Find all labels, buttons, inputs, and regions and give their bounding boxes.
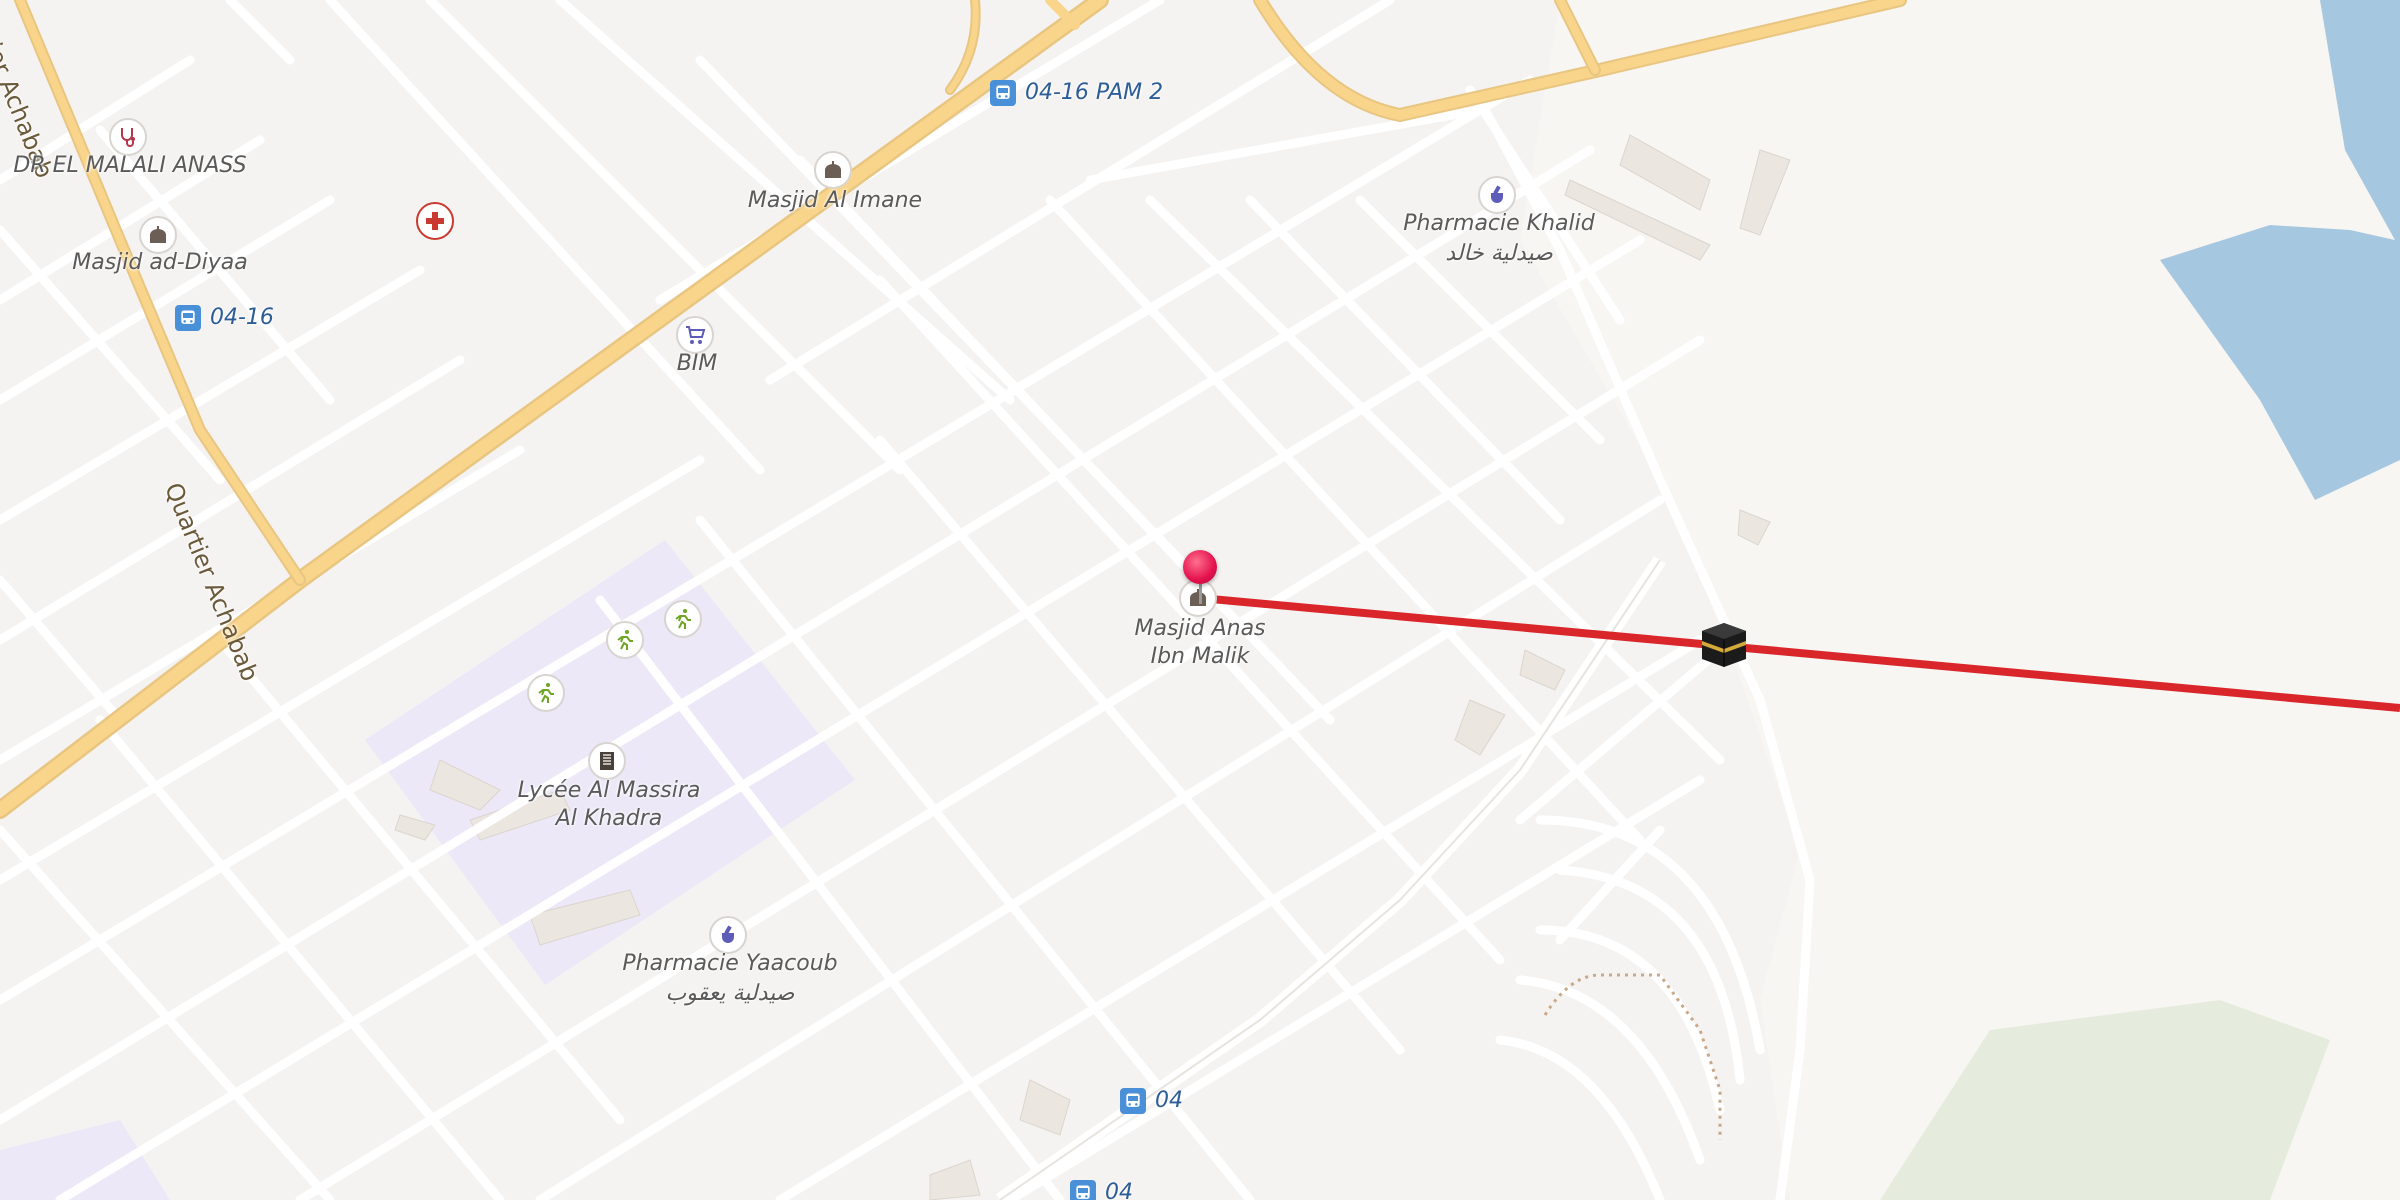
poi-label-pharmacie-yaacoub-ar: صيدلية يعقوب (665, 981, 795, 1006)
poi-label-masjid-anas-2: Ibn Malik (1150, 644, 1250, 669)
poi-label-pharmacie-khalid: Pharmacie Khalid (1403, 211, 1595, 236)
pharmacy-icon-yaacoub[interactable] (709, 916, 747, 954)
bus-icon-04-bottom[interactable] (1070, 1180, 1096, 1200)
bus-label-04-bottom: 04 (1105, 1180, 1133, 1200)
mosque-icon-anas[interactable] (1179, 579, 1217, 617)
poi-label-pharmacie-khalid-ar: صيدلية خالد (1445, 241, 1553, 266)
location-pin-icon[interactable] (1183, 550, 1217, 584)
kaaba-icon[interactable] (1698, 619, 1750, 671)
bus-label-0416: 04-16 (210, 305, 274, 330)
poi-label-pharmacie-yaacoub: Pharmacie Yaacoub (622, 951, 838, 976)
divided-avenue (996, 556, 1666, 1200)
footpath (1543, 973, 1722, 1140)
red-cross-icon[interactable] (416, 202, 454, 240)
bus-label-pam2: 04-16 PAM 2 (1025, 80, 1164, 105)
poi-label-lycee-1: Lycée Al Massira (517, 778, 701, 803)
school-icon[interactable] (588, 742, 626, 780)
poi-label-masjid-ad-diyaa: Masjid ad-Diyaa (72, 250, 248, 275)
running-icon-2[interactable] (664, 600, 702, 638)
bus-icon-0416[interactable] (175, 305, 201, 331)
bus-label-04: 04 (1155, 1088, 1183, 1113)
stethoscope-icon[interactable] (109, 118, 147, 156)
poi-label-masjid-anas-1: Masjid Anas (1134, 616, 1266, 641)
poi-label-bim: BIM (676, 351, 718, 376)
running-icon[interactable] (606, 621, 644, 659)
shopping-cart-icon[interactable] (676, 316, 714, 354)
location-pin-stem (1199, 582, 1202, 604)
mosque-icon-al-imane[interactable] (814, 151, 852, 189)
bus-icon-pam2[interactable] (990, 80, 1016, 106)
poi-label-dr-malali: DR EL MALALI ANASS (13, 153, 247, 178)
bus-icon-04[interactable] (1120, 1088, 1146, 1114)
poi-label-masjid-al-imane: Masjid Al Imane (747, 188, 923, 213)
pharmacy-icon[interactable] (1478, 176, 1516, 214)
running-icon-3[interactable] (527, 674, 565, 712)
poi-label-lycee-2: Al Khadra (555, 806, 663, 831)
map-canvas[interactable]: Quartier Achabab ier Achabab DR EL MALAL… (0, 0, 2400, 1200)
